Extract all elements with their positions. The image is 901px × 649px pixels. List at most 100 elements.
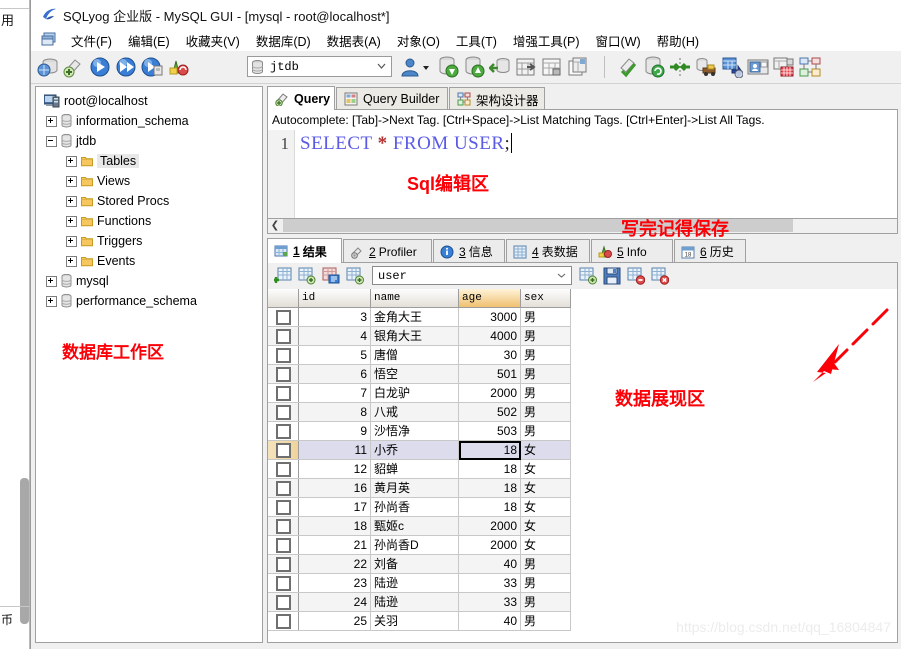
table-row[interactable]: 6 悟空 501 男 (268, 364, 571, 384)
cell-id[interactable]: 3 (298, 307, 371, 327)
menu-favorites[interactable]: 收藏夹(V) (178, 30, 248, 51)
add-row-icon[interactable] (346, 267, 364, 285)
row-checkbox-icon[interactable] (275, 443, 291, 459)
row-checkbox-icon[interactable] (275, 405, 291, 421)
cell-age[interactable]: 30 (458, 345, 521, 365)
database-selector[interactable]: jtdb (247, 56, 392, 77)
menu-help[interactable]: 帮助(H) (649, 30, 707, 51)
row-checkbox-icon[interactable] (275, 348, 291, 364)
cell-age[interactable]: 40 (458, 554, 521, 574)
cell-id[interactable]: 17 (298, 497, 371, 517)
cell-sex[interactable]: 男 (520, 611, 571, 631)
table-row[interactable]: 4 银角大王 4000 男 (268, 326, 571, 346)
cell-name[interactable]: 甄姬c (370, 516, 459, 536)
database-refresh-icon[interactable] (643, 56, 665, 78)
row-checkbox-cell[interactable] (268, 611, 299, 631)
row-checkbox-cell[interactable] (268, 326, 299, 346)
cell-id[interactable]: 24 (298, 592, 371, 612)
column-header-sex[interactable]: sex (520, 289, 571, 308)
expander-plus-icon[interactable] (66, 235, 77, 247)
cell-age[interactable]: 2000 (458, 535, 521, 555)
cell-id[interactable]: 11 (298, 440, 371, 460)
row-checkbox-icon[interactable] (275, 576, 291, 592)
user-dropdown-arrow-icon[interactable] (421, 56, 431, 78)
column-header-id[interactable]: id (298, 289, 371, 308)
tab-schema-designer[interactable]: 架构设计器 (449, 87, 545, 110)
cell-name[interactable]: 陆逊 (370, 573, 459, 593)
table-row[interactable]: 9 沙悟净 503 男 (268, 421, 571, 441)
row-checkbox-cell[interactable] (268, 364, 299, 384)
restore-window-icon[interactable] (41, 32, 57, 47)
tab-info[interactable]: 3 信息 (433, 239, 505, 263)
new-connection-icon[interactable] (37, 56, 59, 78)
tree-node-tables[interactable]: Tables (66, 151, 140, 171)
table-row[interactable]: 8 八戒 502 男 (268, 402, 571, 422)
row-checkbox-cell[interactable] (268, 478, 299, 498)
cell-age[interactable]: 33 (458, 592, 521, 612)
expander-minus-icon[interactable] (46, 135, 57, 147)
tab-info-chart[interactable]: 5 Info (591, 239, 673, 263)
table-row[interactable]: 11 小乔 18 女 (268, 440, 571, 460)
row-checkbox-icon[interactable] (275, 481, 291, 497)
tab-query[interactable]: Query (267, 86, 335, 110)
cell-sex[interactable]: 男 (520, 402, 571, 422)
table-row[interactable]: 23 陆逊 33 男 (268, 573, 571, 593)
editor-horizontal-scrollbar[interactable]: ❮ (267, 219, 898, 234)
cell-name[interactable]: 关羽 (370, 611, 459, 631)
cell-name[interactable]: 陆逊 (370, 592, 459, 612)
cell-sex[interactable]: 男 (520, 307, 571, 327)
cell-sex[interactable]: 男 (520, 383, 571, 403)
menu-tools[interactable]: 工具(T) (448, 30, 505, 51)
cell-sex[interactable]: 男 (520, 326, 571, 346)
cell-id[interactable]: 4 (298, 326, 371, 346)
cell-sex[interactable]: 女 (520, 459, 571, 479)
table-row[interactable]: 12 貂蝉 18 女 (268, 459, 571, 479)
cell-age[interactable]: 503 (458, 421, 521, 441)
row-checkbox-cell[interactable] (268, 345, 299, 365)
row-checkbox-cell[interactable] (268, 383, 299, 403)
cell-sex[interactable]: 女 (520, 478, 571, 498)
cell-age[interactable]: 2000 (458, 383, 521, 403)
new-query-tab-icon[interactable] (63, 56, 85, 78)
cell-sex[interactable]: 女 (520, 497, 571, 517)
menu-object[interactable]: 对象(O) (389, 30, 448, 51)
cell-name[interactable]: 沙悟净 (370, 421, 459, 441)
tree-node-performance-schema[interactable]: performance_schema (46, 291, 197, 311)
table-row[interactable]: 24 陆逊 33 男 (268, 592, 571, 612)
row-checkbox-icon[interactable] (275, 310, 291, 326)
new-record-icon[interactable] (579, 267, 597, 285)
background-scrollbar[interactable] (20, 478, 29, 624)
menu-powertools[interactable]: 增强工具(P) (505, 30, 588, 51)
menu-edit[interactable]: 编辑(E) (120, 30, 178, 51)
tab-query-builder[interactable]: Query Builder (336, 87, 448, 110)
row-checkbox-icon[interactable] (275, 614, 291, 630)
chevron-down-icon[interactable] (377, 63, 386, 69)
tree-node-jtdb[interactable]: jtdb (46, 131, 96, 151)
cell-id[interactable]: 22 (298, 554, 371, 574)
cell-name[interactable]: 黄月英 (370, 478, 459, 498)
cell-age[interactable]: 18 (458, 459, 521, 479)
row-checkbox-cell[interactable] (268, 421, 299, 441)
save-record-icon[interactable] (603, 267, 621, 285)
cell-id[interactable]: 18 (298, 516, 371, 536)
cell-id[interactable]: 8 (298, 402, 371, 422)
cell-name[interactable]: 八戒 (370, 402, 459, 422)
expander-plus-icon[interactable] (66, 215, 77, 227)
cell-sex[interactable]: 女 (520, 516, 571, 536)
tree-node-views[interactable]: Views (66, 171, 130, 191)
cell-sex[interactable]: 男 (520, 554, 571, 574)
row-checkbox-cell[interactable] (268, 516, 299, 536)
cancel-record-icon[interactable] (651, 267, 669, 285)
tree-node-information-schema[interactable]: information_schema (46, 111, 189, 131)
row-checkbox-icon[interactable] (275, 462, 291, 478)
table-row[interactable]: 16 黄月英 18 女 (268, 478, 571, 498)
tree-node-functions[interactable]: Functions (66, 211, 151, 231)
row-checkbox-cell[interactable] (268, 554, 299, 574)
tree-node-triggers[interactable]: Triggers (66, 231, 142, 251)
cell-name[interactable]: 刘备 (370, 554, 459, 574)
cell-name[interactable]: 悟空 (370, 364, 459, 384)
column-header-checkbox[interactable] (268, 289, 299, 308)
row-checkbox-cell[interactable] (268, 440, 299, 460)
table-row[interactable]: 5 唐僧 30 男 (268, 345, 571, 365)
expander-plus-icon[interactable] (66, 195, 77, 207)
